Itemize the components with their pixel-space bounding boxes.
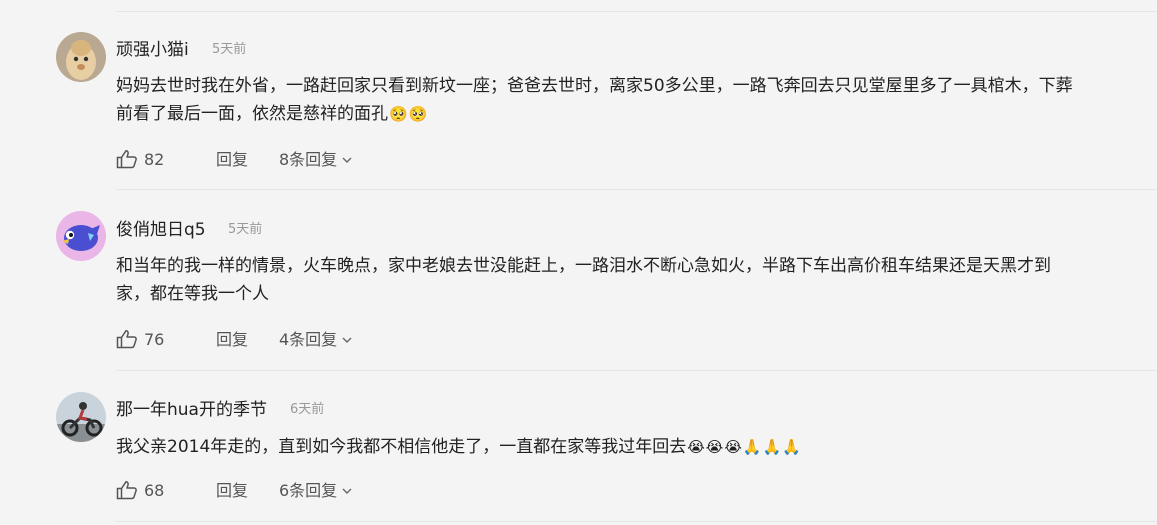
view-replies-button[interactable]: 6条回复 [279,480,353,502]
comment-time: 5天前 [212,42,247,57]
comment-text: 和当年的我一样的情景，火车晚点，家中老娘去世没能赶上，一路泪水不断心急如火，半路… [116,252,1157,308]
comment-text: 我父亲2014年走的，直到如今我都不相信他走了，一直都在家等我过年回去😭😭😭🙏🙏… [116,433,1157,461]
emoji-pleading-icon: 🥺 [408,105,428,123]
comment-divider [116,189,1157,190]
reply-button[interactable]: 回复 [216,149,248,171]
avatar-cat-image [56,32,106,82]
username[interactable]: 顽强小猫i [116,35,189,60]
like-button[interactable]: 82 [116,149,164,169]
username[interactable]: 那一年hua开的季节 [116,395,267,420]
thumbs-up-icon [116,481,137,500]
comment-text-line: 妈妈去世时我在外省，一路赶回家只看到新坟一座；爸爸去世时，离家50多公里，一路飞… [116,76,1073,96]
username[interactable]: 俊俏旭日q5 [116,215,206,240]
reply-count-label: 6条回复 [279,481,338,500]
avatar[interactable] [56,211,106,261]
like-count: 76 [144,329,165,349]
comment-time: 6天前 [290,402,325,417]
top-divider [116,11,1157,12]
comment-text-line: 前看了最后一面，依然是慈祥的面孔🥺🥺 [116,100,1157,128]
chevron-down-icon [342,337,352,343]
reply-button[interactable]: 回复 [216,329,248,351]
comment-text-line: 和当年的我一样的情景，火车晚点，家中老娘去世没能赶上，一路泪水不断心急如火，半路… [116,256,1051,276]
emoji-folded-hands-icon: 🙏 [762,438,782,456]
like-count: 82 [144,149,165,169]
comment-time: 5天前 [228,222,263,237]
emoji-folded-hands-icon: 🙏 [782,438,801,456]
like-button[interactable]: 68 [116,480,164,500]
emoji-crying-icon: 😭 [705,438,724,456]
thumbs-up-icon [116,150,137,169]
thumbs-up-icon [116,330,137,349]
comment-divider [116,521,1157,522]
comment-text-fragment: 前看了最后一面，依然是慈祥的面孔 [116,104,388,124]
reply-count-label: 4条回复 [279,330,338,349]
avatar-motorcycle-image [56,392,106,442]
avatar-bird-image [56,211,106,261]
reply-button[interactable]: 回复 [216,480,248,502]
avatar[interactable] [56,392,106,442]
comment-text-line: 我父亲2014年走的，直到如今我都不相信他走了，一直都在家等我过年回去😭😭😭🙏🙏… [116,433,1157,461]
emoji-crying-icon: 😭 [724,438,742,456]
comment-text: 妈妈去世时我在外省，一路赶回家只看到新坟一座；爸爸去世时，离家50多公里，一路飞… [116,72,1157,128]
comment-divider [116,370,1157,371]
emoji-folded-hands-icon: 🙏 [742,438,762,456]
like-button[interactable]: 76 [116,329,164,349]
avatar[interactable] [56,32,106,82]
comment-text-line: 家，都在等我一个人 [116,284,269,304]
comment-text-fragment: 我父亲2014年走的，直到如今我都不相信他走了，一直都在家等我过年回去 [116,437,687,457]
reply-count-label: 8条回复 [279,150,338,169]
emoji-pleading-icon: 🥺 [389,105,408,123]
emoji-crying-icon: 😭 [687,438,705,456]
like-count: 68 [144,480,165,500]
view-replies-button[interactable]: 8条回复 [279,149,353,171]
view-replies-button[interactable]: 4条回复 [279,329,353,351]
chevron-down-icon [342,488,352,494]
chevron-down-icon [342,157,352,163]
